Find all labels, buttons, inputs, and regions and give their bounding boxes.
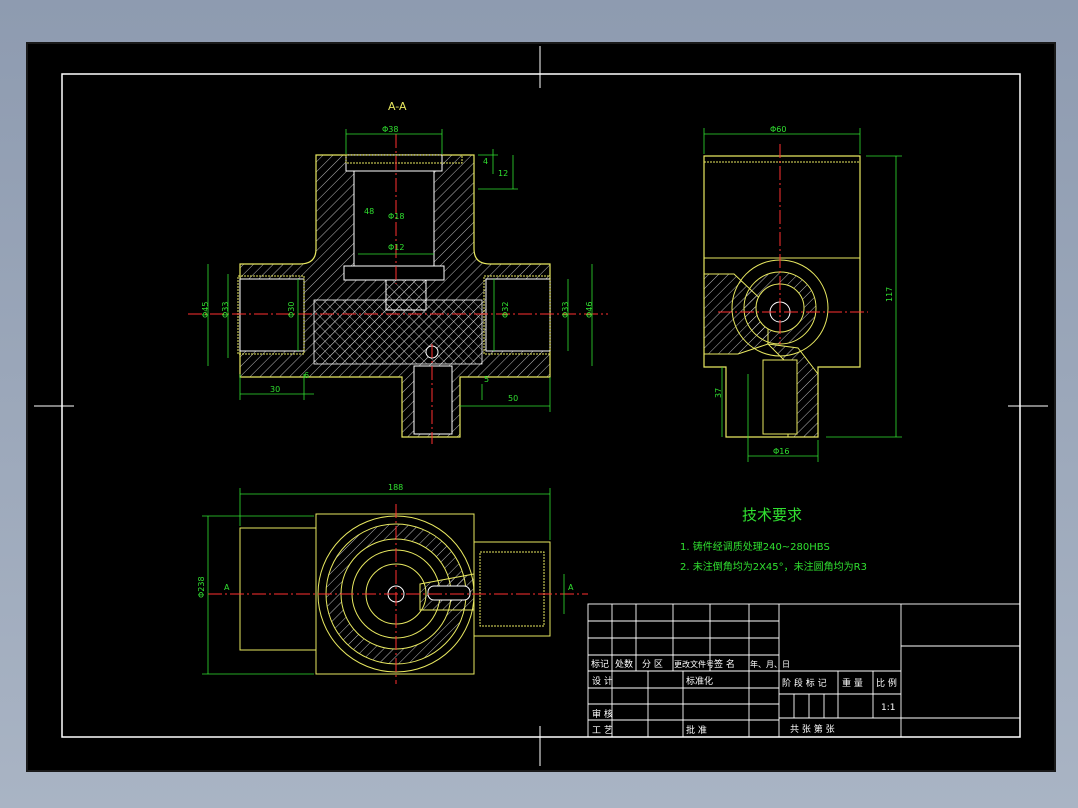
dim-phi38: Φ38 bbox=[382, 125, 398, 134]
tb-biaoji: 标记 bbox=[591, 658, 609, 670]
tb-bili: 比 例 bbox=[876, 677, 897, 689]
dim-phi12: Φ12 bbox=[388, 243, 404, 252]
dim-phi33-right: Φ33 bbox=[561, 302, 570, 318]
section-label: A-A bbox=[388, 100, 407, 113]
tb-gong-zhang: 共 张 第 张 bbox=[790, 723, 835, 735]
dim-4: 4 bbox=[483, 157, 488, 166]
centre-pin bbox=[385, 279, 427, 311]
top-view: 188 Φ238 A A bbox=[197, 483, 588, 684]
top-left-boss bbox=[239, 527, 317, 651]
mark-a-left: A bbox=[224, 583, 230, 592]
tb-qianming: 签 名 bbox=[714, 658, 735, 670]
tech-line-1: 1. 铸件经调质处理240~280HBS bbox=[680, 540, 830, 553]
tb-biaozhunhua: 标准化 bbox=[686, 675, 713, 687]
dim-117: 117 bbox=[885, 287, 894, 302]
section-view-a-a: A-A Φ38 4 12 48 Φ18 Φ12 Φ45 Φ33 Φ30 Φ32 … bbox=[188, 100, 608, 444]
tb-scale: 1:1 bbox=[881, 703, 895, 713]
dim-phi30: Φ30 bbox=[287, 302, 296, 318]
tech-title: 技术要求 bbox=[742, 506, 802, 524]
mark-a-right: A bbox=[568, 583, 574, 592]
cad-drawing: A-A Φ38 4 12 48 Φ18 Φ12 Φ45 Φ33 Φ30 Φ32 … bbox=[34, 46, 1048, 766]
top-right-boss bbox=[473, 541, 551, 637]
right-bore bbox=[485, 278, 551, 352]
tb-nianyueri: 年、月、日 bbox=[750, 659, 790, 669]
tb-jieduan: 阶 段 标 记 bbox=[782, 677, 827, 689]
tb-chushu: 处数 bbox=[615, 658, 633, 670]
top-bore-step bbox=[343, 265, 445, 281]
dim-phi18: Φ18 bbox=[388, 212, 404, 221]
dim-phi32: Φ32 bbox=[501, 302, 510, 318]
dim-12: 12 bbox=[498, 169, 508, 178]
dim-phi60: Φ60 bbox=[770, 125, 786, 134]
dim-188: 188 bbox=[388, 483, 403, 492]
tb-gongyi: 工 艺 bbox=[592, 725, 613, 736]
dim-37: 37 bbox=[714, 388, 723, 398]
tb-gengai: 更改文件号 bbox=[674, 659, 714, 669]
dim-phi16: Φ16 bbox=[773, 447, 789, 456]
dim-phi33: Φ33 bbox=[221, 302, 230, 318]
tech-line-2: 2. 未注倒角均为2X45°，未注圆角均为R3 bbox=[680, 560, 867, 573]
tb-shenhe: 审 核 bbox=[592, 708, 613, 720]
side-bottom-bore bbox=[762, 359, 798, 435]
drawing-sheet: A-A Φ38 4 12 48 Φ18 Φ12 Φ45 Φ33 Φ30 Φ32 … bbox=[26, 42, 1056, 772]
title-block: 标记 处数 分 区 更改文件号 签 名 年、月、日 设 计 标准化 审 核 工 … bbox=[587, 603, 1021, 738]
dim-6: 6 bbox=[304, 371, 309, 380]
bottom-bore bbox=[413, 365, 453, 435]
dim-phi45: Φ45 bbox=[201, 302, 210, 318]
tb-sheji: 设 计 bbox=[592, 675, 613, 687]
dim-phi238: Φ238 bbox=[197, 576, 206, 598]
dim-48: 48 bbox=[364, 207, 374, 216]
tech-requirements: 技术要求 1. 铸件经调质处理240~280HBS 2. 未注倒角均为2X45°… bbox=[680, 506, 867, 573]
dim-5: 5 bbox=[484, 375, 489, 384]
side-view: Φ60 117 37 Φ16 bbox=[703, 125, 902, 462]
tb-fenqu: 分 区 bbox=[642, 659, 663, 670]
dim-50: 50 bbox=[508, 394, 518, 403]
dim-30: 30 bbox=[270, 385, 280, 394]
tb-zhongliang: 重 量 bbox=[842, 677, 863, 689]
dim-phi46: Φ46 bbox=[585, 302, 594, 318]
inner-frame bbox=[61, 73, 1021, 738]
tb-pizhun: 批 准 bbox=[686, 724, 707, 736]
